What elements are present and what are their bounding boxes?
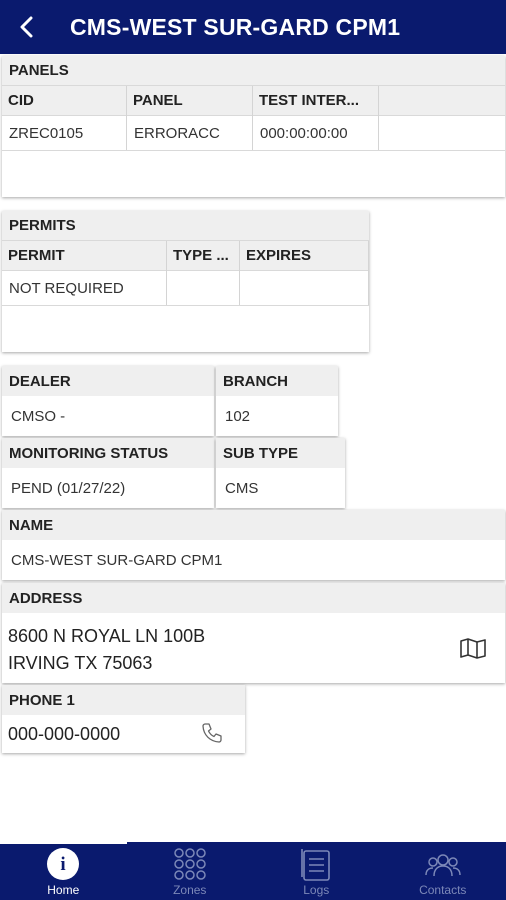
nav-home[interactable]: i Home (0, 842, 127, 900)
address-label: ADDRESS (2, 583, 505, 613)
monitoring-status-label: MONITORING STATUS (2, 438, 214, 468)
sub-type-field: SUB TYPE CMS (216, 438, 345, 508)
column-header: TYPE ... (167, 241, 239, 271)
table-cell[interactable] (167, 271, 239, 305)
bottom-nav: i Home Zones Logs Contacts (0, 842, 506, 900)
sub-type-value: CMS (225, 479, 259, 497)
nav-contacts[interactable]: Contacts (380, 842, 506, 900)
panels-col-test-interval: TEST INTER... 000:00:00:00 (253, 86, 379, 150)
table-cell[interactable]: ERRORACC (127, 116, 252, 150)
info-icon: i (46, 845, 80, 883)
address-field[interactable]: ADDRESS 8600 N ROYAL LN 100B IRVING TX 7… (2, 583, 505, 683)
permits-card: PERMITS PERMIT NOT REQUIRED TYPE ... EXP… (2, 211, 369, 352)
phone-icon (202, 723, 222, 743)
dealer-value: CMSO - (11, 407, 66, 425)
nav-zones-label: Zones (173, 883, 207, 897)
name-label: NAME (2, 510, 505, 540)
phone-field[interactable]: PHONE 1 000-000-0000 (2, 685, 245, 753)
column-header: PERMIT (2, 241, 166, 271)
dealer-field: DEALER CMSO - (2, 366, 214, 436)
panels-card: PANELS CID ZREC0105 PANEL ERRORACC TEST … (2, 56, 505, 197)
people-icon (425, 845, 461, 883)
table-cell[interactable] (240, 271, 368, 305)
table-cell[interactable]: NOT REQUIRED (2, 271, 166, 305)
nav-zones[interactable]: Zones (127, 842, 254, 900)
nav-logs[interactable]: Logs (253, 842, 380, 900)
monitoring-status-value: PEND (01/27/22) (11, 479, 126, 497)
permits-section-title: PERMITS (2, 211, 369, 241)
back-arrow-icon (20, 16, 33, 38)
column-header: CID (2, 86, 126, 116)
panels-col-cid: CID ZREC0105 (2, 86, 127, 150)
phone-label: PHONE 1 (2, 685, 245, 715)
map-icon (460, 638, 486, 659)
column-header: TEST INTER... (253, 86, 378, 116)
address-line-1: 8600 N ROYAL LN 100B (8, 626, 206, 646)
monitoring-status-field: MONITORING STATUS PEND (01/27/22) (2, 438, 214, 508)
app-header: CMS-WEST SUR-GARD CPM1 (0, 0, 506, 54)
table-cell[interactable]: 000:00:00:00 (253, 116, 378, 150)
back-button[interactable] (0, 0, 52, 54)
permits-table: PERMIT NOT REQUIRED TYPE ... EXPIRES (2, 241, 369, 305)
address-value: 8600 N ROYAL LN 100B IRVING TX 75063 (2, 613, 505, 683)
column-header: EXPIRES (240, 241, 368, 271)
phone-value: 000-000-0000 (8, 723, 121, 744)
permits-col-type: TYPE ... (167, 241, 240, 305)
call-button[interactable] (201, 722, 223, 749)
list-icon (300, 845, 332, 883)
branch-label: BRANCH (216, 366, 338, 396)
page-title: CMS-WEST SUR-GARD CPM1 (70, 13, 401, 40)
nav-home-label: Home (47, 883, 80, 897)
address-line-2: IRVING TX 75063 (8, 653, 153, 673)
nav-contacts-label: Contacts (419, 883, 467, 897)
keypad-icon (173, 845, 207, 883)
panels-filler (379, 86, 505, 150)
panels-section-title: PANELS (2, 56, 505, 86)
table-cell[interactable]: ZREC0105 (2, 116, 126, 150)
column-header: PANEL (127, 86, 252, 116)
branch-field: BRANCH 102 (216, 366, 338, 436)
panels-table: CID ZREC0105 PANEL ERRORACC TEST INTER..… (2, 86, 505, 150)
nav-logs-label: Logs (303, 883, 330, 897)
column-header-empty (379, 86, 505, 116)
sub-type-label: SUB TYPE (216, 438, 345, 468)
permits-col-permit: PERMIT NOT REQUIRED (2, 241, 167, 305)
name-value: CMS-WEST SUR-GARD CPM1 (11, 551, 223, 569)
phone-value-row: 000-000-0000 (2, 715, 245, 753)
dealer-label: DEALER (2, 366, 214, 396)
panels-empty-row (2, 150, 505, 196)
name-field: NAME CMS-WEST SUR-GARD CPM1 (2, 510, 505, 580)
permits-empty-row (2, 305, 369, 351)
permits-col-expires: EXPIRES (240, 241, 369, 305)
branch-value: 102 (225, 407, 251, 425)
panels-col-panel: PANEL ERRORACC (127, 86, 253, 150)
svg-text:i: i (61, 854, 66, 875)
map-button[interactable] (459, 637, 487, 664)
